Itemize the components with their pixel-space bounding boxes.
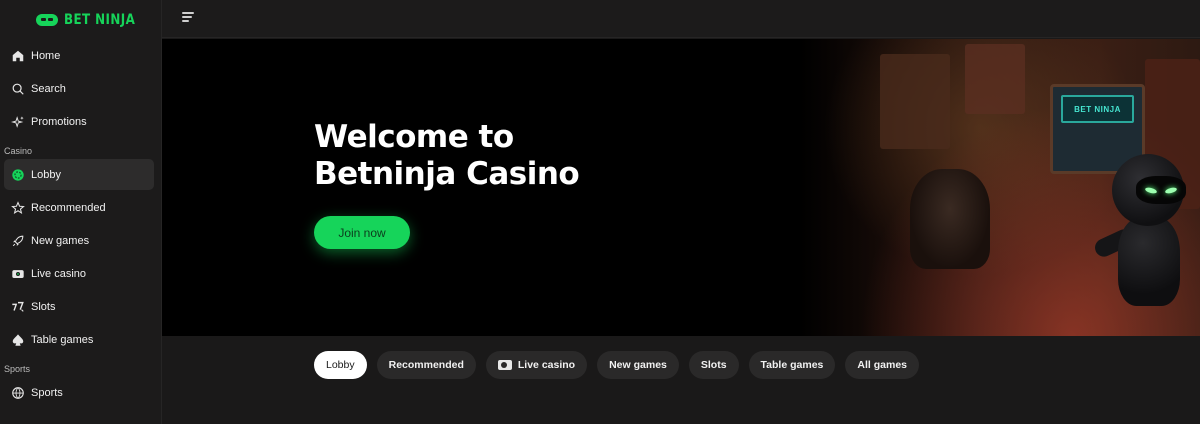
sidebar-item-lobby[interactable]: Lobby bbox=[4, 159, 154, 190]
pill-label: New games bbox=[609, 359, 667, 371]
sidebar-item-home[interactable]: Home bbox=[4, 40, 154, 71]
pill-label: Table games bbox=[760, 359, 824, 371]
category-pill-all-games[interactable]: All games bbox=[845, 351, 919, 379]
category-pill-live-casino[interactable]: Live casino bbox=[485, 351, 588, 379]
decor-shelf bbox=[965, 44, 1025, 114]
ball-icon bbox=[11, 386, 25, 400]
sidebar-item-sports[interactable]: Sports bbox=[4, 377, 154, 408]
category-pill-lobby[interactable]: Lobby bbox=[314, 351, 367, 379]
pill-label: Slots bbox=[700, 359, 727, 371]
category-pill-new-games[interactable]: New games bbox=[597, 351, 679, 379]
hero-illustration: BET NINJA bbox=[800, 39, 1200, 336]
search-icon bbox=[11, 82, 25, 96]
sevens-icon bbox=[11, 300, 25, 314]
ninja-character bbox=[1092, 154, 1190, 324]
arcade-screen: BET NINJA bbox=[1061, 95, 1134, 123]
hero-title: Welcome to Betninja Casino bbox=[314, 119, 674, 193]
star-icon bbox=[11, 200, 25, 215]
pill-label: All games bbox=[857, 359, 907, 371]
sidebar-item-new-games[interactable]: New games bbox=[4, 225, 154, 256]
sidebar-item-label: Live casino bbox=[31, 267, 87, 280]
brand-logo[interactable]: BET NINJA bbox=[36, 10, 148, 30]
live-camera-icon bbox=[497, 360, 512, 370]
sidebar-item-promotions[interactable]: Promotions bbox=[4, 106, 154, 137]
sidebar-item-live-casino[interactable]: Live casino bbox=[4, 258, 154, 289]
menu-toggle-icon[interactable] bbox=[182, 12, 195, 24]
sidebar-item-label: Home bbox=[31, 49, 61, 62]
pill-label: Lobby bbox=[326, 359, 355, 371]
sidebar-item-label: Lobby bbox=[31, 168, 61, 181]
chip-icon bbox=[11, 168, 25, 182]
hero-title-line-1: Welcome to bbox=[314, 119, 514, 155]
decor-pot bbox=[910, 169, 990, 269]
rocket-icon bbox=[11, 234, 25, 248]
sparkles-icon bbox=[11, 115, 25, 129]
sidebar-item-label: Table games bbox=[31, 333, 94, 346]
category-pill-table-games[interactable]: Table games bbox=[748, 351, 836, 379]
sidebar-item-label: New games bbox=[31, 234, 90, 247]
sidebar-nav: Home Search Promotions Casino Lobby Reco… bbox=[4, 40, 154, 410]
category-pill-slots[interactable]: Slots bbox=[688, 351, 739, 379]
hero-banner: BET NINJA Welcome to Betninja Casino Joi… bbox=[162, 39, 1200, 336]
pill-label: Live casino bbox=[517, 359, 576, 371]
sidebar-item-slots[interactable]: Slots bbox=[4, 291, 154, 322]
sidebar: BET NINJA Home Search Promotions Casino … bbox=[0, 0, 162, 424]
ninja-mask-icon bbox=[36, 14, 58, 26]
sidebar-item-label: Promotions bbox=[31, 115, 87, 128]
app-root: BET NINJA Home Search Promotions Casino … bbox=[0, 0, 1200, 424]
sidebar-item-recommended[interactable]: Recommended bbox=[4, 192, 154, 223]
pill-label: Recommended bbox=[388, 359, 464, 371]
sidebar-item-table-games[interactable]: Table games bbox=[4, 324, 154, 355]
top-bar bbox=[162, 0, 1200, 38]
section-label-casino: Casino bbox=[4, 146, 33, 156]
section-label-sports: Sports bbox=[4, 364, 31, 374]
sidebar-item-label: Slots bbox=[31, 300, 56, 313]
sidebar-item-label: Recommended bbox=[31, 201, 106, 214]
sidebar-item-search[interactable]: Search bbox=[4, 73, 154, 104]
sidebar-item-label: Sports bbox=[31, 386, 63, 399]
category-pills: Lobby Recommended Live casino New games … bbox=[314, 351, 919, 379]
sidebar-item-label: Search bbox=[31, 82, 66, 95]
home-icon bbox=[11, 49, 25, 63]
decor-cabinet bbox=[880, 54, 950, 149]
hero-title-line-2: Betninja Casino bbox=[314, 156, 580, 192]
category-pill-recommended[interactable]: Recommended bbox=[376, 351, 476, 379]
brand-name: BET NINJA bbox=[64, 12, 136, 28]
join-now-button[interactable]: Join now bbox=[314, 216, 410, 249]
spade-icon bbox=[11, 333, 25, 347]
live-camera-icon bbox=[11, 267, 25, 281]
